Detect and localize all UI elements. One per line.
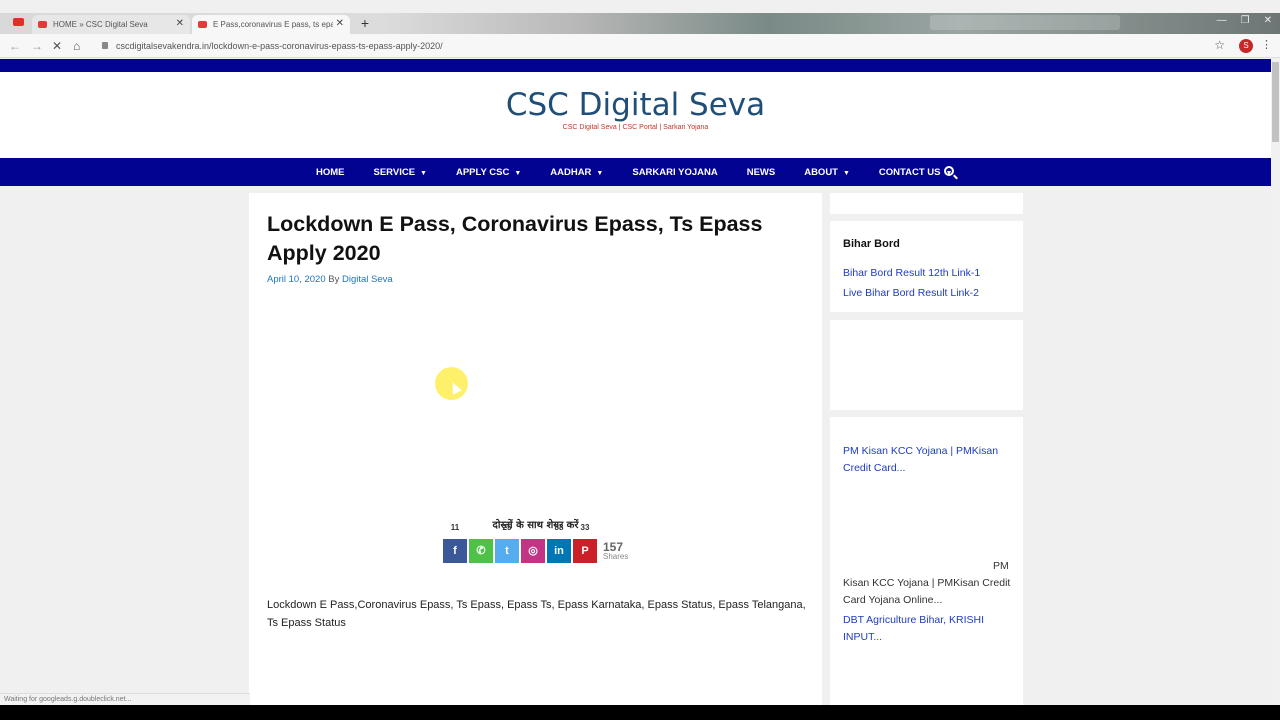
tab-title: HOME » CSC Digital Seva: [53, 20, 148, 29]
shares-label: Shares: [603, 552, 629, 561]
twitter-share-button[interactable]: t 25: [495, 523, 519, 563]
home-icon[interactable]: ⌂: [73, 39, 80, 53]
widget-title: Bihar Bord: [843, 238, 900, 250]
post-link-pm-kisan[interactable]: PM Kisan KCC Yojana | PMKisan Credit Car…: [843, 443, 1013, 477]
tab-title: E Pass,coronavirus E pass, ts epass: [213, 20, 333, 29]
tab-home[interactable]: HOME » CSC Digital Seva ✕: [32, 15, 190, 34]
sidebar-widget-empty: [830, 193, 1023, 214]
scrollbar-thumb[interactable]: [1272, 62, 1279, 142]
pinterest-share-button[interactable]: P 33: [573, 523, 597, 563]
instagram-share-button[interactable]: ◎: [521, 539, 545, 563]
chevron-down-icon: ▼: [514, 169, 522, 177]
tab-epass[interactable]: E Pass,coronavirus E pass, ts epass ✕: [192, 15, 350, 34]
address-bar[interactable]: cscdigitalsevakendra.in/lockdown-e-pass-…: [96, 37, 1206, 55]
back-icon[interactable]: ←: [9, 39, 21, 53]
article: Lockdown E Pass, Coronavirus Epass, Ts E…: [249, 193, 822, 705]
web-page: CSC Digital Seva CSC Digital Seva | CSC …: [0, 59, 1271, 705]
whatsapp-share-button[interactable]: ✆: [469, 539, 493, 563]
status-bar: Waiting for googleads.g.doubleclick.net.…: [0, 693, 250, 705]
nav-item-label: SERVICE: [373, 166, 416, 178]
youtube-icon[interactable]: [13, 18, 24, 26]
linkedin-icon: in: [554, 545, 564, 557]
whatsapp-icon: ✆: [476, 545, 486, 557]
bookmark-star-icon[interactable]: ☆: [1214, 38, 1225, 52]
by-label: By: [328, 274, 340, 285]
sidebar-widget-posts: PM Kisan KCC Yojana | PMKisan Credit Car…: [830, 417, 1023, 705]
lock-icon: [102, 42, 108, 49]
post-link-dbt[interactable]: DBT Agriculture Bihar, KRISHI INPUT...: [843, 612, 1013, 646]
chevron-down-icon: ▼: [420, 169, 427, 177]
browser-toolbar: ← → ✕ ⌂ cscdigitalsevakendra.in/lockdown…: [0, 34, 1280, 58]
site-tagline: CSC Digital Seva | CSC Portal | Sarkari …: [562, 124, 709, 131]
close-tab-icon[interactable]: ✕: [176, 18, 184, 29]
bihar-result-link-2[interactable]: Live Bihar Bord Result Link-2: [843, 285, 1013, 302]
site-title[interactable]: CSC Digital Seva: [0, 87, 1271, 123]
share-count: 11: [450, 523, 460, 532]
nav-item-home[interactable]: HOME: [316, 167, 345, 178]
nav-item-apply-csc[interactable]: APPLY CSC ▼: [456, 167, 521, 178]
nav-item-label: HOME: [316, 166, 345, 178]
share-buttons: f 11 ✆ t 25 ◎ in 88 P 33 157 Shares: [443, 523, 628, 563]
nav-item-contact-us[interactable]: CONTACT US ▼: [879, 167, 953, 178]
total-shares-count: 157: [603, 540, 624, 554]
site-header: CSC Digital Seva CSC Digital Seva | CSC …: [0, 72, 1271, 158]
page-scrollbar[interactable]: [1271, 59, 1280, 705]
search-icon[interactable]: [944, 166, 954, 176]
bottom-letterbox: [0, 705, 1280, 720]
site-favicon-icon: [198, 21, 207, 28]
chevron-down-icon: ▼: [842, 169, 850, 177]
post-pm-label: PM: [993, 560, 1009, 572]
url-text: cscdigitalsevakendra.in/lockdown-e-pass-…: [116, 41, 443, 51]
article-date[interactable]: April 10, 2020: [267, 274, 326, 285]
linkedin-share-button[interactable]: in 88: [547, 523, 571, 563]
facebook-icon: f: [453, 545, 457, 557]
top-bar: [0, 59, 1271, 72]
nav-item-aadhar[interactable]: AADHAR ▼: [550, 167, 603, 178]
sidebar-widget-bihar: Bihar Bord Bihar Bord Result 12th Link-1…: [830, 221, 1023, 312]
article-meta: April 10, 2020 By Digital Seva: [267, 274, 393, 285]
stop-loading-icon[interactable]: ✕: [52, 39, 62, 53]
nav-item-sarkari-yojana[interactable]: SARKARI YOJANA: [632, 167, 717, 178]
share-count: 25: [502, 523, 512, 532]
window-controls: — ❐ ✕: [1217, 15, 1272, 26]
nav-item-label: AADHAR: [550, 166, 592, 178]
nav-item-label: ABOUT: [804, 166, 838, 178]
minimize-icon[interactable]: —: [1217, 15, 1227, 26]
bihar-result-link-1[interactable]: Bihar Bord Result 12th Link-1: [843, 265, 1013, 282]
forward-icon[interactable]: →: [31, 39, 43, 53]
pinterest-icon: P: [581, 545, 589, 557]
nav-item-label: NEWS: [746, 166, 776, 178]
post-text-kisan: Kisan KCC Yojana | PMKisan Credit Card Y…: [843, 577, 1011, 606]
facebook-share-button[interactable]: f 11: [443, 523, 467, 563]
total-shares: 157 Shares: [603, 539, 628, 563]
overlay-widget: [930, 15, 1120, 30]
article-author[interactable]: Digital Seva: [342, 274, 393, 285]
menu-icon[interactable]: ⋮: [1261, 38, 1272, 51]
article-body: Lockdown E Pass,Coronavirus Epass, Ts Ep…: [267, 599, 806, 629]
sidebar-ad-slot: [830, 320, 1023, 410]
site-favicon-icon: [38, 21, 47, 28]
nav-list: HOME SERVICE ▼ APPLY CSC ▼ AADHAR ▼ SARKARI YOJ…: [316, 158, 981, 186]
share-count: 33: [580, 523, 590, 532]
article-title: Lockdown E Pass, Coronavirus Epass, Ts E…: [267, 212, 763, 265]
browser-tabstrip: HOME » CSC Digital Seva ✕ E Pass,coronav…: [0, 13, 1280, 34]
profile-avatar[interactable]: S: [1239, 39, 1253, 53]
close-window-icon[interactable]: ✕: [1264, 15, 1272, 26]
nav-item-news[interactable]: NEWS: [747, 167, 776, 178]
share-count: 88: [554, 523, 564, 532]
screen: HOME » CSC Digital Seva ✕ E Pass,coronav…: [0, 0, 1280, 720]
twitter-icon: t: [505, 545, 509, 557]
nav-item-about[interactable]: ABOUT ▼: [804, 167, 850, 178]
nav-item-service[interactable]: SERVICE ▼: [374, 167, 427, 178]
new-tab-icon[interactable]: +: [357, 16, 373, 32]
share-heading: दोस्तों के साथ शेयर करें: [492, 520, 579, 531]
instagram-icon: ◎: [528, 545, 538, 557]
maximize-icon[interactable]: ❐: [1241, 15, 1250, 26]
nav-item-label: SARKARI YOJANA: [632, 166, 718, 178]
chevron-down-icon: ▼: [596, 169, 604, 177]
close-tab-icon[interactable]: ✕: [336, 18, 344, 29]
nav-item-label: CONTACT US: [878, 166, 941, 178]
main-navigation: HOME SERVICE ▼ APPLY CSC ▼ AADHAR ▼ SARKARI YOJ…: [0, 158, 1271, 186]
nav-item-label: APPLY CSC: [455, 166, 510, 178]
